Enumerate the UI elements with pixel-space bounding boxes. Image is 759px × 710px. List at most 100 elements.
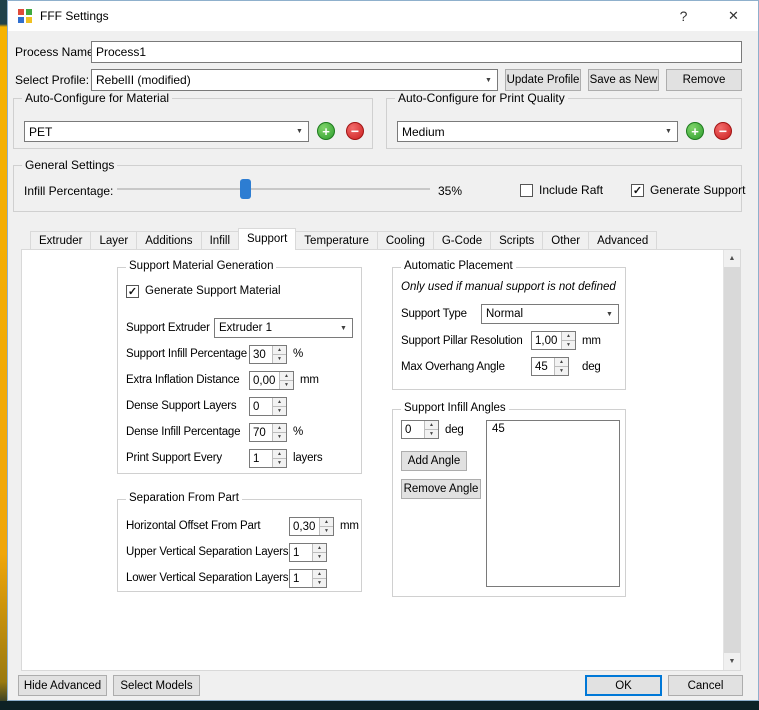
generate-support-material-checkbox[interactable]: ✓ Generate Support Material <box>126 284 281 298</box>
support-type-combobox[interactable]: Normal ▼ <box>481 304 619 324</box>
tab-scripts[interactable]: Scripts <box>490 231 543 250</box>
print-support-every-spin[interactable]: 1 ▲▼ <box>249 449 287 468</box>
scrollbar-thumb[interactable] <box>724 267 740 653</box>
vertical-scrollbar[interactable]: ▲ ▼ <box>723 250 740 670</box>
generate-support-checkbox[interactable]: ✓ Generate Support <box>631 183 745 197</box>
dense-support-layers-value[interactable]: 0 <box>250 398 272 415</box>
extra-inflation-distance-unit: mm <box>300 373 319 387</box>
tab-temperature[interactable]: Temperature <box>295 231 378 250</box>
slider-handle[interactable] <box>240 179 251 199</box>
select-models-button[interactable]: Select Models <box>113 675 200 696</box>
max-overhang-angle-spin[interactable]: 45 ▲▼ <box>531 357 569 376</box>
cancel-button[interactable]: Cancel <box>668 675 743 696</box>
print-support-every-value[interactable]: 1 <box>250 450 272 467</box>
horizontal-offset-spin[interactable]: 0,30 ▲▼ <box>289 517 334 536</box>
process-name-input[interactable] <box>91 41 742 63</box>
scroll-down-button[interactable]: ▼ <box>724 653 740 670</box>
help-button[interactable]: ? <box>661 1 706 31</box>
upper-vertical-separation-spin[interactable]: 1 ▲▼ <box>289 543 327 562</box>
app-icon <box>17 8 33 24</box>
angle-spin[interactable]: 0 ▲▼ <box>401 420 439 439</box>
infill-percentage-slider[interactable] <box>117 179 430 199</box>
tab-cooling[interactable]: Cooling <box>377 231 434 250</box>
spin-down-icon[interactable]: ▼ <box>273 406 286 415</box>
spin-down-icon[interactable]: ▼ <box>555 366 568 375</box>
ok-button[interactable]: OK <box>585 675 662 696</box>
background-bottom-strip <box>0 701 759 710</box>
angles-listbox[interactable]: 45 <box>486 420 620 587</box>
spin-up-icon[interactable]: ▲ <box>313 544 326 552</box>
spin-up-icon[interactable]: ▲ <box>562 332 575 340</box>
horizontal-offset-value[interactable]: 0,30 <box>290 518 319 535</box>
spin-up-icon[interactable]: ▲ <box>273 346 286 354</box>
spin-down-icon[interactable]: ▼ <box>273 354 286 363</box>
upper-vertical-separation-value[interactable]: 1 <box>290 544 312 561</box>
lower-vertical-separation-spin[interactable]: 1 ▲▼ <box>289 569 327 588</box>
spin-down-icon[interactable]: ▼ <box>313 578 326 587</box>
lower-vertical-separation-label: Lower Vertical Separation Layers <box>126 571 288 585</box>
material-combobox[interactable]: PET ▼ <box>24 121 309 142</box>
slider-track[interactable] <box>117 188 430 190</box>
tab-support[interactable]: Support <box>238 228 296 250</box>
remove-profile-button[interactable]: Remove <box>666 69 742 91</box>
quality-combobox[interactable]: Medium ▼ <box>397 121 678 142</box>
spin-up-icon[interactable]: ▲ <box>320 518 333 526</box>
spin-down-icon[interactable]: ▼ <box>273 458 286 467</box>
spin-down-icon[interactable]: ▼ <box>320 526 333 535</box>
dense-support-layers-spin[interactable]: 0 ▲▼ <box>249 397 287 416</box>
spin-up-icon[interactable]: ▲ <box>273 450 286 458</box>
scroll-up-button[interactable]: ▲ <box>724 250 740 267</box>
dense-infill-percentage-value[interactable]: 70 <box>250 424 272 441</box>
support-infill-percentage-value[interactable]: 30 <box>250 346 272 363</box>
dense-infill-percentage-label: Dense Infill Percentage <box>126 425 240 439</box>
tab-additions[interactable]: Additions <box>136 231 201 250</box>
spin-up-icon[interactable]: ▲ <box>555 358 568 366</box>
support-infill-percentage-spin[interactable]: 30 ▲▼ <box>249 345 287 364</box>
include-raft-checkbox[interactable]: Include Raft <box>520 183 603 197</box>
spin-down-icon[interactable]: ▼ <box>273 432 286 441</box>
dense-infill-percentage-spin[interactable]: 70 ▲▼ <box>249 423 287 442</box>
max-overhang-angle-value[interactable]: 45 <box>532 358 554 375</box>
support-type-value: Normal <box>482 308 601 320</box>
remove-quality-button[interactable]: − <box>714 122 732 140</box>
angle-spin-value[interactable]: 0 <box>402 421 424 438</box>
title-bar[interactable]: FFF Settings ? ✕ <box>8 1 758 31</box>
close-button[interactable]: ✕ <box>711 1 756 31</box>
scrollbar-track[interactable] <box>724 267 740 653</box>
spin-up-icon[interactable]: ▲ <box>273 398 286 406</box>
tab-extruder[interactable]: Extruder <box>30 231 91 250</box>
hide-advanced-button[interactable]: Hide Advanced <box>18 675 107 696</box>
add-material-button[interactable]: + <box>317 122 335 140</box>
tab-advanced[interactable]: Advanced <box>588 231 657 250</box>
spin-up-icon[interactable]: ▲ <box>280 372 293 380</box>
tab-other[interactable]: Other <box>542 231 589 250</box>
support-pillar-resolution-value[interactable]: 1,00 <box>532 332 561 349</box>
support-extruder-combobox[interactable]: Extruder 1 ▼ <box>214 318 353 338</box>
remove-material-button[interactable]: − <box>346 122 364 140</box>
extra-inflation-distance-spin[interactable]: 0,00 ▲▼ <box>249 371 294 390</box>
support-type-label: Support Type <box>401 307 467 321</box>
update-profile-button[interactable]: Update Profile <box>505 69 581 91</box>
spin-up-icon[interactable]: ▲ <box>273 424 286 432</box>
spin-down-icon[interactable]: ▼ <box>562 340 575 349</box>
list-item[interactable]: 45 <box>487 421 619 437</box>
support-pillar-resolution-spin[interactable]: 1,00 ▲▼ <box>531 331 576 350</box>
profile-combobox[interactable]: RebelII (modified) ▼ <box>91 69 498 91</box>
remove-angle-button[interactable]: Remove Angle <box>401 479 481 499</box>
add-angle-button[interactable]: Add Angle <box>401 451 467 471</box>
spin-down-icon[interactable]: ▼ <box>280 380 293 389</box>
spin-up-icon[interactable]: ▲ <box>425 421 438 429</box>
add-quality-button[interactable]: + <box>686 122 704 140</box>
tab-infill[interactable]: Infill <box>201 231 239 250</box>
spin-down-icon[interactable]: ▼ <box>313 552 326 561</box>
extra-inflation-distance-value[interactable]: 0,00 <box>250 372 279 389</box>
spin-down-icon[interactable]: ▼ <box>425 429 438 438</box>
support-infill-angles-title: Support Infill Angles <box>401 402 509 414</box>
tab-gcode[interactable]: G-Code <box>433 231 491 250</box>
lower-vertical-separation-value[interactable]: 1 <box>290 570 312 587</box>
support-tab-pane: Support Material Generation ✓ Generate S… <box>21 249 741 671</box>
save-as-new-button[interactable]: Save as New <box>588 69 659 91</box>
minus-icon: − <box>351 124 359 138</box>
spin-up-icon[interactable]: ▲ <box>313 570 326 578</box>
tab-layer[interactable]: Layer <box>90 231 137 250</box>
